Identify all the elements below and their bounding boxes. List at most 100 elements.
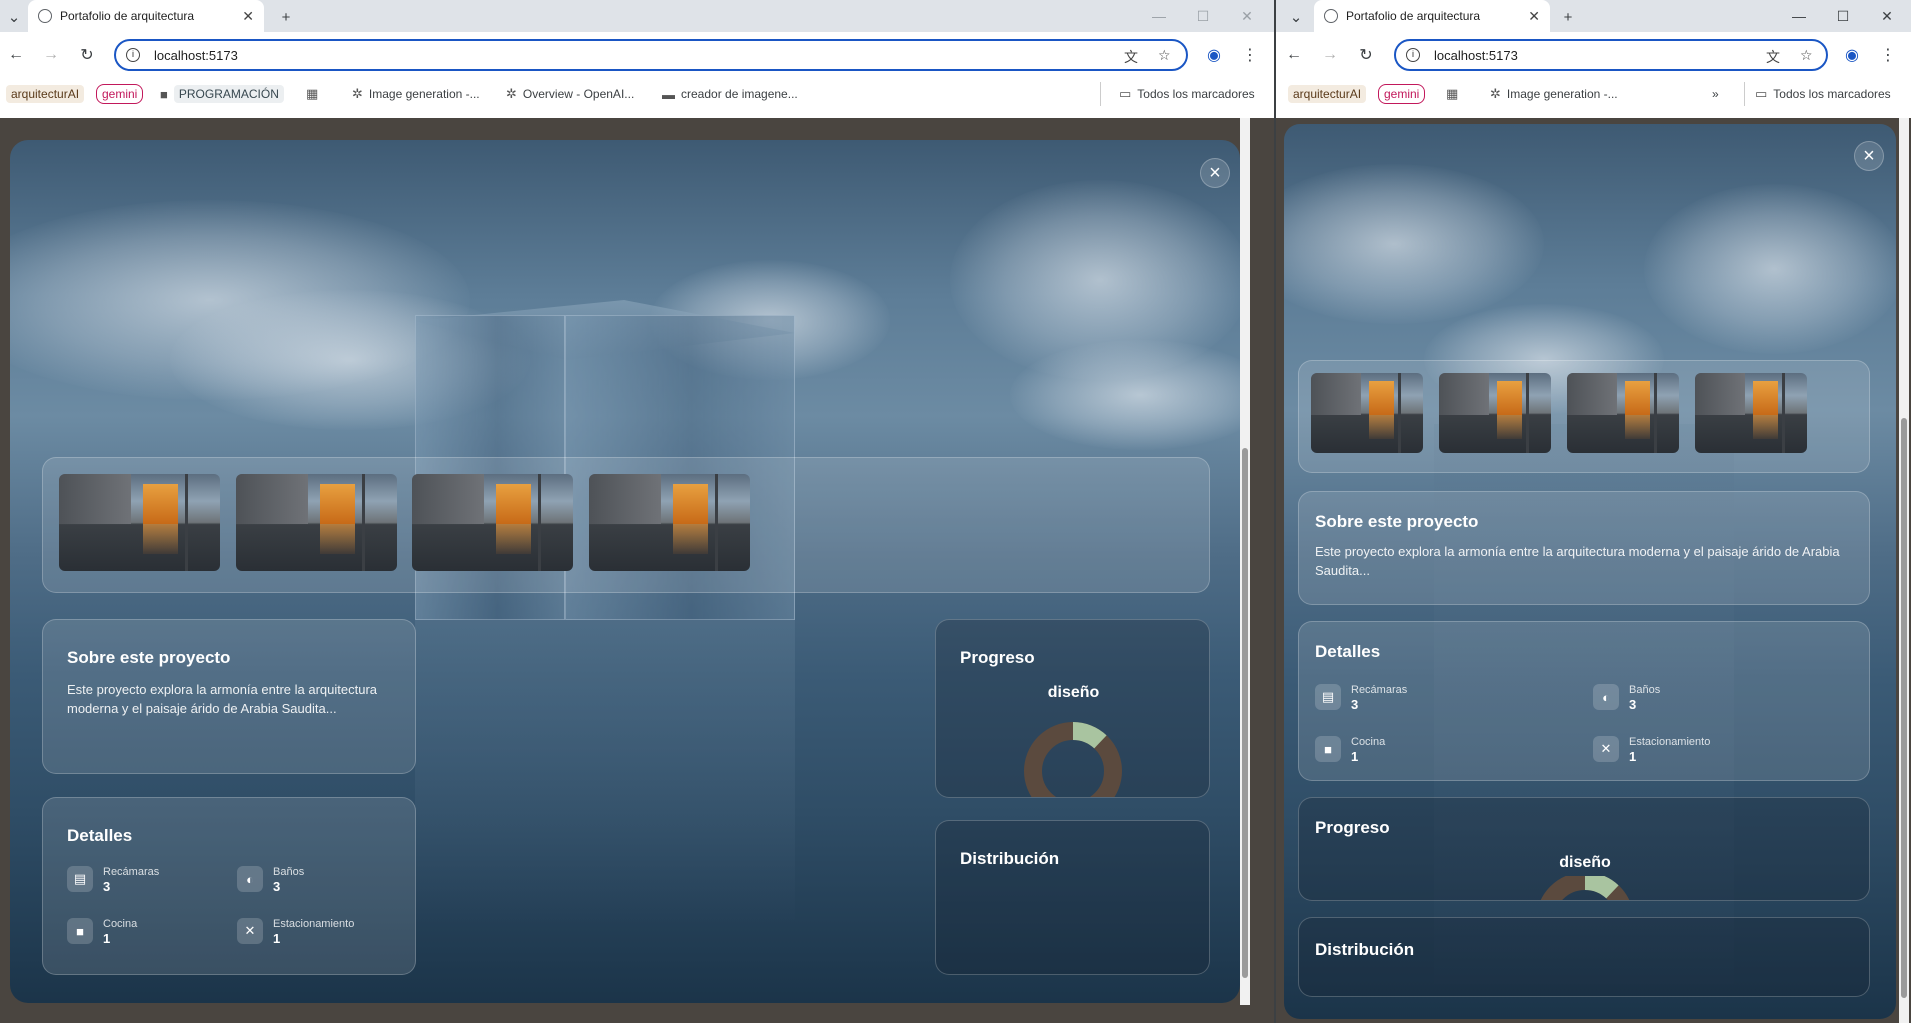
bookmark-gemini[interactable]: gemini xyxy=(96,82,144,106)
scrollbar-thumb[interactable] xyxy=(1901,418,1907,998)
about-text: Este proyecto explora la armonía entre l… xyxy=(1315,544,1840,578)
bookmark-image-generation[interactable]: ✲ Image generation -... xyxy=(1490,82,1618,106)
address-bar[interactable]: i localhost:5173 ⽂ ☆ xyxy=(114,39,1188,71)
bookmark-arquitecturai[interactable]: arquitecturAI xyxy=(6,82,85,106)
new-tab-icon[interactable]: + xyxy=(1558,7,1578,27)
gallery-thumbnail[interactable] xyxy=(236,474,397,571)
gallery-thumbnail[interactable] xyxy=(1439,373,1551,453)
new-tab-icon[interactable]: + xyxy=(276,7,296,27)
folder-icon: ▭ xyxy=(1755,86,1768,101)
close-tab-icon[interactable]: ✕ xyxy=(242,8,254,25)
folder-icon: ▭ xyxy=(1119,86,1132,101)
maximize-icon[interactable]: ☐ xyxy=(1186,4,1220,28)
progress-title: Progreso xyxy=(1315,818,1390,837)
menu-icon[interactable]: ⋮ xyxy=(1874,41,1902,69)
all-bookmarks[interactable]: ▭ Todos los marcadores xyxy=(1100,82,1255,106)
about-card: Sobre este proyecto Este proyecto explor… xyxy=(1298,491,1870,605)
bookmark-programacion[interactable]: ■ PROGRAMACIÓN xyxy=(160,82,284,106)
tab-title: Portafolio de arquitectura xyxy=(60,9,195,23)
site-info-icon[interactable]: i xyxy=(126,48,140,62)
all-bookmarks[interactable]: ▭ Todos los marcadores xyxy=(1744,82,1891,106)
about-title: Sobre este proyecto xyxy=(67,648,231,667)
window-close-icon[interactable]: ✕ xyxy=(1870,4,1904,28)
gallery-strip xyxy=(1298,360,1870,473)
forward-icon[interactable]: → xyxy=(1316,41,1344,69)
project-modal: × Sobre este proyecto Este proyecto expl… xyxy=(1284,124,1896,1019)
translate-icon[interactable]: ⽂ xyxy=(1124,47,1138,67)
gallery-thumbnail[interactable] xyxy=(412,474,573,571)
gallery-thumbnail[interactable] xyxy=(59,474,220,571)
kitchen-icon: ■ xyxy=(67,918,93,944)
close-tab-icon[interactable]: ✕ xyxy=(1528,8,1540,25)
profile-icon[interactable]: ◉ xyxy=(1838,41,1866,69)
progress-donut xyxy=(1024,722,1122,797)
close-modal-button[interactable]: × xyxy=(1200,158,1230,188)
water-reflection xyxy=(415,620,795,920)
bookmark-arquitecturai[interactable]: arquitecturAI xyxy=(1288,82,1367,106)
progress-phase-label: diseño xyxy=(1559,854,1611,871)
detail-kitchen: ■ Cocina 1 xyxy=(67,918,137,946)
profile-icon[interactable]: ◉ xyxy=(1200,41,1228,69)
bookmark-overview-openai[interactable]: ✲ Overview - OpenAI... xyxy=(506,82,634,106)
distribution-title: Distribución xyxy=(960,849,1060,868)
page-viewport: × Sobre este proyecto Este proyecto expl… xyxy=(1276,118,1911,1023)
tab-title: Portafolio de arquitectura xyxy=(1346,9,1481,23)
minimize-icon[interactable]: — xyxy=(1142,4,1176,28)
page-scrollbar[interactable] xyxy=(1899,118,1909,1023)
progress-card: Progreso diseño xyxy=(935,619,1210,798)
detail-bathrooms: ◐ Baños 3 xyxy=(237,866,304,894)
globe-icon xyxy=(1324,9,1338,23)
details-card: Detalles ▤ Recámaras 3 ◐ Baños 3 ■ Cocina 1… xyxy=(42,797,416,975)
browser-window-right: ⌄ Portafolio de arquitectura ✕ + — ☐ ✕ ←… xyxy=(1274,0,1911,1023)
details-title: Detalles xyxy=(1315,642,1381,661)
reload-icon[interactable]: ↻ xyxy=(1352,41,1380,69)
address-bar[interactable]: i localhost:5173 ⽂ ☆ xyxy=(1394,39,1828,71)
forward-icon[interactable]: → xyxy=(37,41,65,69)
back-icon[interactable]: ← xyxy=(2,41,30,69)
window-close-icon[interactable]: ✕ xyxy=(1230,4,1264,28)
gallery-thumbnail[interactable] xyxy=(1311,373,1423,453)
details-card: Detalles ▤ Recámaras 3 ◐ Baños 3 ■ Cocina 1… xyxy=(1298,621,1870,781)
bookmark-star-icon[interactable]: ☆ xyxy=(1158,47,1171,64)
detail-bedrooms: ▤ Recámaras 3 xyxy=(67,866,159,894)
tab-search-chevron-icon[interactable]: ⌄ xyxy=(4,7,24,27)
bookmark-image-generation[interactable]: ✲ Image generation -... xyxy=(352,82,480,106)
back-icon[interactable]: ← xyxy=(1280,41,1308,69)
apps-icon[interactable]: ▦ xyxy=(1446,82,1464,106)
page-scrollbar[interactable] xyxy=(1240,118,1250,1005)
reload-icon[interactable]: ↻ xyxy=(73,41,101,69)
minimize-icon[interactable]: — xyxy=(1782,4,1816,28)
tab-search-chevron-icon[interactable]: ⌄ xyxy=(1286,7,1306,27)
browser-tab[interactable]: Portafolio de arquitectura ✕ xyxy=(28,0,264,32)
about-text: Este proyecto explora la armonía entre l… xyxy=(67,682,378,716)
browser-tab[interactable]: Portafolio de arquitectura ✕ xyxy=(1314,0,1550,32)
openai-icon: ✲ xyxy=(352,86,363,101)
site-info-icon[interactable]: i xyxy=(1406,48,1420,62)
bookmark-star-icon[interactable]: ☆ xyxy=(1800,47,1813,64)
menu-icon[interactable]: ⋮ xyxy=(1236,41,1264,69)
gallery-thumbnail[interactable] xyxy=(1567,373,1679,453)
detail-bathrooms: ◐ Baños 3 xyxy=(1593,684,1660,712)
more-bookmarks-icon[interactable]: » xyxy=(1712,82,1719,106)
translate-icon[interactable]: ⽂ xyxy=(1766,47,1780,67)
cloud xyxy=(1284,164,1544,324)
tab-strip: ⌄ Portafolio de arquitectura ✕ + — ☐ ✕ xyxy=(0,0,1274,32)
details-title: Detalles xyxy=(67,826,133,845)
maximize-icon[interactable]: ☐ xyxy=(1826,4,1860,28)
cloud xyxy=(1644,184,1896,354)
gallery-thumbnail[interactable] xyxy=(1695,373,1807,453)
close-modal-button[interactable]: × xyxy=(1854,141,1884,171)
bed-icon: ▤ xyxy=(1315,684,1341,710)
scrollbar-thumb[interactable] xyxy=(1242,448,1248,978)
progress-title: Progreso xyxy=(960,648,1035,667)
gallery-thumbnail[interactable] xyxy=(589,474,750,571)
bookmark-gemini[interactable]: gemini xyxy=(1378,82,1426,106)
apps-icon[interactable]: ▦ xyxy=(306,82,324,106)
bookmark-creador-imagenes[interactable]: ▬ creador de imagene... xyxy=(662,82,798,106)
detail-parking: ✕ Estacionamiento 1 xyxy=(237,918,354,946)
browser-window-left: ⌄ Portafolio de arquitectura ✕ + — ☐ ✕ ←… xyxy=(0,0,1274,1023)
cloud xyxy=(1010,340,1240,450)
detail-bedrooms: ▤ Recámaras 3 xyxy=(1315,684,1407,712)
browser-toolbar: ← → ↻ i localhost:5173 ⽂ ☆ ◉ ⋮ arquitect… xyxy=(1276,32,1911,118)
globe-icon xyxy=(38,9,52,23)
